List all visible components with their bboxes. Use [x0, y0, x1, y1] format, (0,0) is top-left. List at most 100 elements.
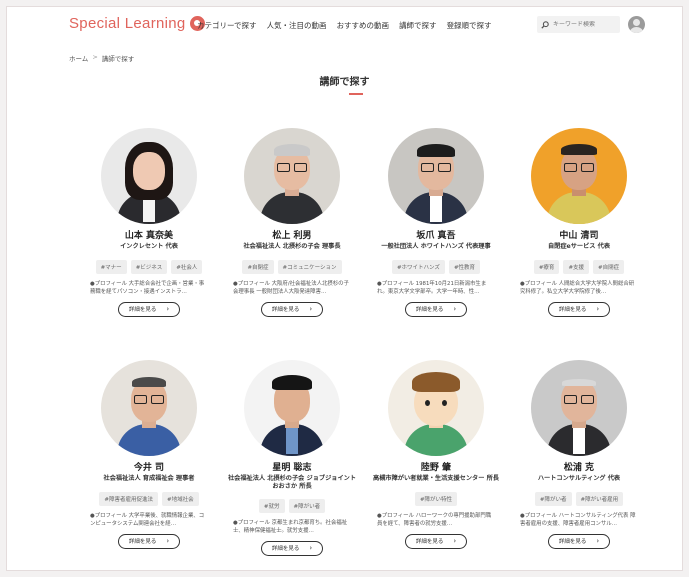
details-button-label: 詳細を見る — [415, 539, 444, 545]
instructor-card: 中山 清司 自閉症eサービス 代表 #療育 #支援 #自閉症 ●プロフィール 人… — [514, 128, 644, 317]
tag[interactable]: #障がい者雇用 — [575, 492, 624, 506]
chevron-right-icon: › — [166, 536, 170, 545]
tag-list: #就労 #障がい者 — [227, 499, 357, 514]
instructor-card: 星明 聡志 社会福祉法人 北摂杉の子会 ジョブジョイントおおさか 所長 #就労 … — [227, 360, 357, 556]
tag[interactable]: #障がい者 — [288, 499, 326, 514]
chevron-right-icon: › — [309, 543, 313, 552]
tag[interactable]: #ホワイトハンズ — [391, 260, 445, 274]
title-underline — [349, 93, 363, 95]
logo[interactable]: Special Learning — [69, 15, 205, 32]
instructor-profile: ●プロフィール 1981年10月21日新潟市生まれ。東京大学文学部卒。大学一年時… — [377, 281, 487, 296]
details-button-label: 詳細を見る — [558, 539, 587, 545]
instructor-org: 社会福祉法人 北摂杉の子会 ジョブジョイントおおさか 所長 — [227, 475, 357, 491]
details-button-label: 詳細を見る — [271, 307, 300, 313]
tag[interactable]: #地域社会 — [162, 492, 199, 506]
logo-text: Special Learning — [69, 15, 186, 32]
tag[interactable]: #障がい特性 — [414, 492, 458, 506]
instructor-photo[interactable] — [244, 360, 340, 456]
instructor-card: 山本 真奈美 インクレセント 代表 #マナー #ビジネス #社会人 ●プロフィー… — [84, 128, 214, 317]
instructor-photo[interactable] — [531, 128, 627, 224]
page: Special Learning カテゴリーで探す 人気・注目の動画 おすすめの… — [6, 6, 683, 571]
tag[interactable]: #支援 — [563, 260, 590, 274]
instructor-name: 陸野 肇 — [420, 463, 452, 473]
nav-item-popular[interactable]: 人気・注目の動画 — [267, 20, 327, 31]
tag[interactable]: #自閉症 — [242, 260, 274, 274]
tag[interactable]: #性教育 — [448, 260, 481, 274]
tag[interactable]: #コミュニケーション — [277, 260, 342, 274]
instructor-org: 高槻市障がい者就業・生活支援センター 所長 — [373, 475, 499, 482]
chevron-right-icon: › — [309, 304, 313, 313]
instructor-org: インクレセント 代表 — [120, 243, 178, 250]
instructor-org: 自閉症eサービス 代表 — [547, 243, 611, 250]
tag-list: #障がい者 #障がい者雇用 — [514, 492, 644, 506]
details-button[interactable]: 詳細を見る › — [548, 533, 610, 549]
details-button-label: 詳細を見る — [128, 307, 157, 313]
instructor-photo[interactable] — [101, 360, 197, 456]
instructor-org: ハートコンサルティング 代表 — [537, 475, 621, 482]
user-avatar[interactable] — [628, 16, 645, 33]
search-input[interactable] — [553, 21, 613, 28]
instructor-photo[interactable] — [531, 360, 627, 456]
details-button-label: 詳細を見る — [128, 539, 157, 545]
instructor-profile: ●プロフィール ハートコンサルティング代表 障害者雇用の支援、障害者雇用コンサル… — [520, 513, 636, 528]
nav-item-instructors[interactable]: 講師で探す — [399, 20, 437, 31]
details-button-label: 詳細を見る — [558, 307, 587, 313]
details-button[interactable]: 詳細を見る › — [405, 533, 467, 549]
details-button[interactable]: 詳細を見る › — [405, 301, 467, 317]
details-button[interactable]: 詳細を見る › — [118, 301, 180, 317]
details-button[interactable]: 詳細を見る › — [261, 301, 323, 317]
tag[interactable]: #社会人 — [171, 260, 203, 274]
tag-list: #療育 #支援 #自閉症 — [514, 260, 644, 274]
search-box[interactable] — [537, 16, 620, 33]
page-title: 講師で探す — [319, 77, 370, 88]
tag[interactable]: #ビジネス — [130, 260, 168, 274]
instructor-profile: ●プロフィール 大阪府/社会福祉法人北摂杉の子会理事長 一般財団法人大阪発達障害… — [233, 281, 349, 296]
instructor-name: 松上 利男 — [272, 231, 312, 241]
instructor-name: 坂爪 真吾 — [416, 231, 456, 241]
nav-item-recommended[interactable]: おすすめの動画 — [337, 20, 390, 31]
tag[interactable]: #障がい者 — [534, 492, 572, 506]
nav-item-category[interactable]: カテゴリーで探す — [197, 20, 257, 31]
tag[interactable]: #療育 — [533, 260, 560, 274]
tag[interactable]: #自閉症 — [593, 260, 625, 274]
tag-list: #マナー #ビジネス #社会人 — [84, 260, 214, 274]
instructor-profile: ●プロフィール 大手総合会社で企画・営業・事務職を経てパソコン・接遇インストラ… — [90, 281, 205, 296]
instructor-photo[interactable] — [244, 128, 340, 224]
instructor-card: 松浦 克 ハートコンサルティング 代表 #障がい者 #障がい者雇用 ●プロフィー… — [514, 360, 644, 549]
instructor-card: 今井 司 社会福祉法人 育成福祉会 理事者 #障害者雇用促進法 #地域社会 ●プ… — [84, 360, 214, 549]
tag[interactable]: #就労 — [258, 499, 285, 514]
instructor-name: 松浦 克 — [563, 463, 595, 473]
main-nav: カテゴリーで探す 人気・注目の動画 おすすめの動画 講師で探す 登録順で探す — [197, 20, 492, 31]
instructor-profile: ●プロフィール 人間総合大学大学院人間総合研究科修了。私立大学大学院修了後… — [520, 281, 635, 296]
instructor-name: 今井 司 — [133, 463, 165, 473]
instructor-name: 星明 聡志 — [272, 463, 312, 473]
instructor-card: 松上 利男 社会福祉法人 北摂杉の子会 理事長 #自閉症 #コミュニケーション … — [227, 128, 357, 317]
breadcrumb-current: 講師で探す — [101, 55, 135, 63]
details-button[interactable]: 詳細を見る › — [261, 540, 323, 556]
instructor-profile: ●プロフィール ハローワークの専門援助部門職員を経て、障害者の就労支援… — [377, 513, 492, 528]
chevron-right-icon: › — [596, 304, 600, 313]
details-button[interactable]: 詳細を見る › — [548, 301, 610, 317]
nav-item-newest[interactable]: 登録順で探す — [447, 20, 492, 31]
breadcrumb-separator: > — [92, 53, 98, 61]
instructor-name: 中山 清司 — [559, 231, 599, 241]
instructor-card: 陸野 肇 高槻市障がい者就業・生活支援センター 所長 #障がい特性 ●プロフィー… — [371, 360, 501, 549]
chevron-right-icon: › — [453, 536, 457, 545]
instructor-illustration[interactable] — [388, 360, 484, 456]
tag[interactable]: #障害者雇用促進法 — [99, 492, 158, 506]
chevron-right-icon: › — [453, 304, 457, 313]
breadcrumb: ホーム > 講師で探す — [69, 53, 134, 63]
breadcrumb-home[interactable]: ホーム — [69, 53, 88, 63]
instructor-card: 坂爪 真吾 一般社団法人 ホワイトハンズ 代表理事 #ホワイトハンズ #性教育 … — [371, 128, 501, 317]
details-button-label: 詳細を見る — [271, 546, 300, 553]
search-icon — [541, 20, 549, 29]
instructor-photo[interactable] — [388, 128, 484, 224]
instructor-photo[interactable] — [101, 128, 197, 224]
instructor-org: 社会福祉法人 北摂杉の子会 理事長 — [243, 243, 341, 250]
tag-list: #自閉症 #コミュニケーション — [227, 260, 357, 274]
header: Special Learning カテゴリーで探す 人気・注目の動画 おすすめの… — [7, 7, 682, 45]
tag-list: #障がい特性 — [371, 492, 501, 506]
instructor-name: 山本 真奈美 — [124, 231, 174, 241]
tag[interactable]: #マナー — [95, 260, 127, 274]
details-button[interactable]: 詳細を見る › — [118, 533, 180, 549]
